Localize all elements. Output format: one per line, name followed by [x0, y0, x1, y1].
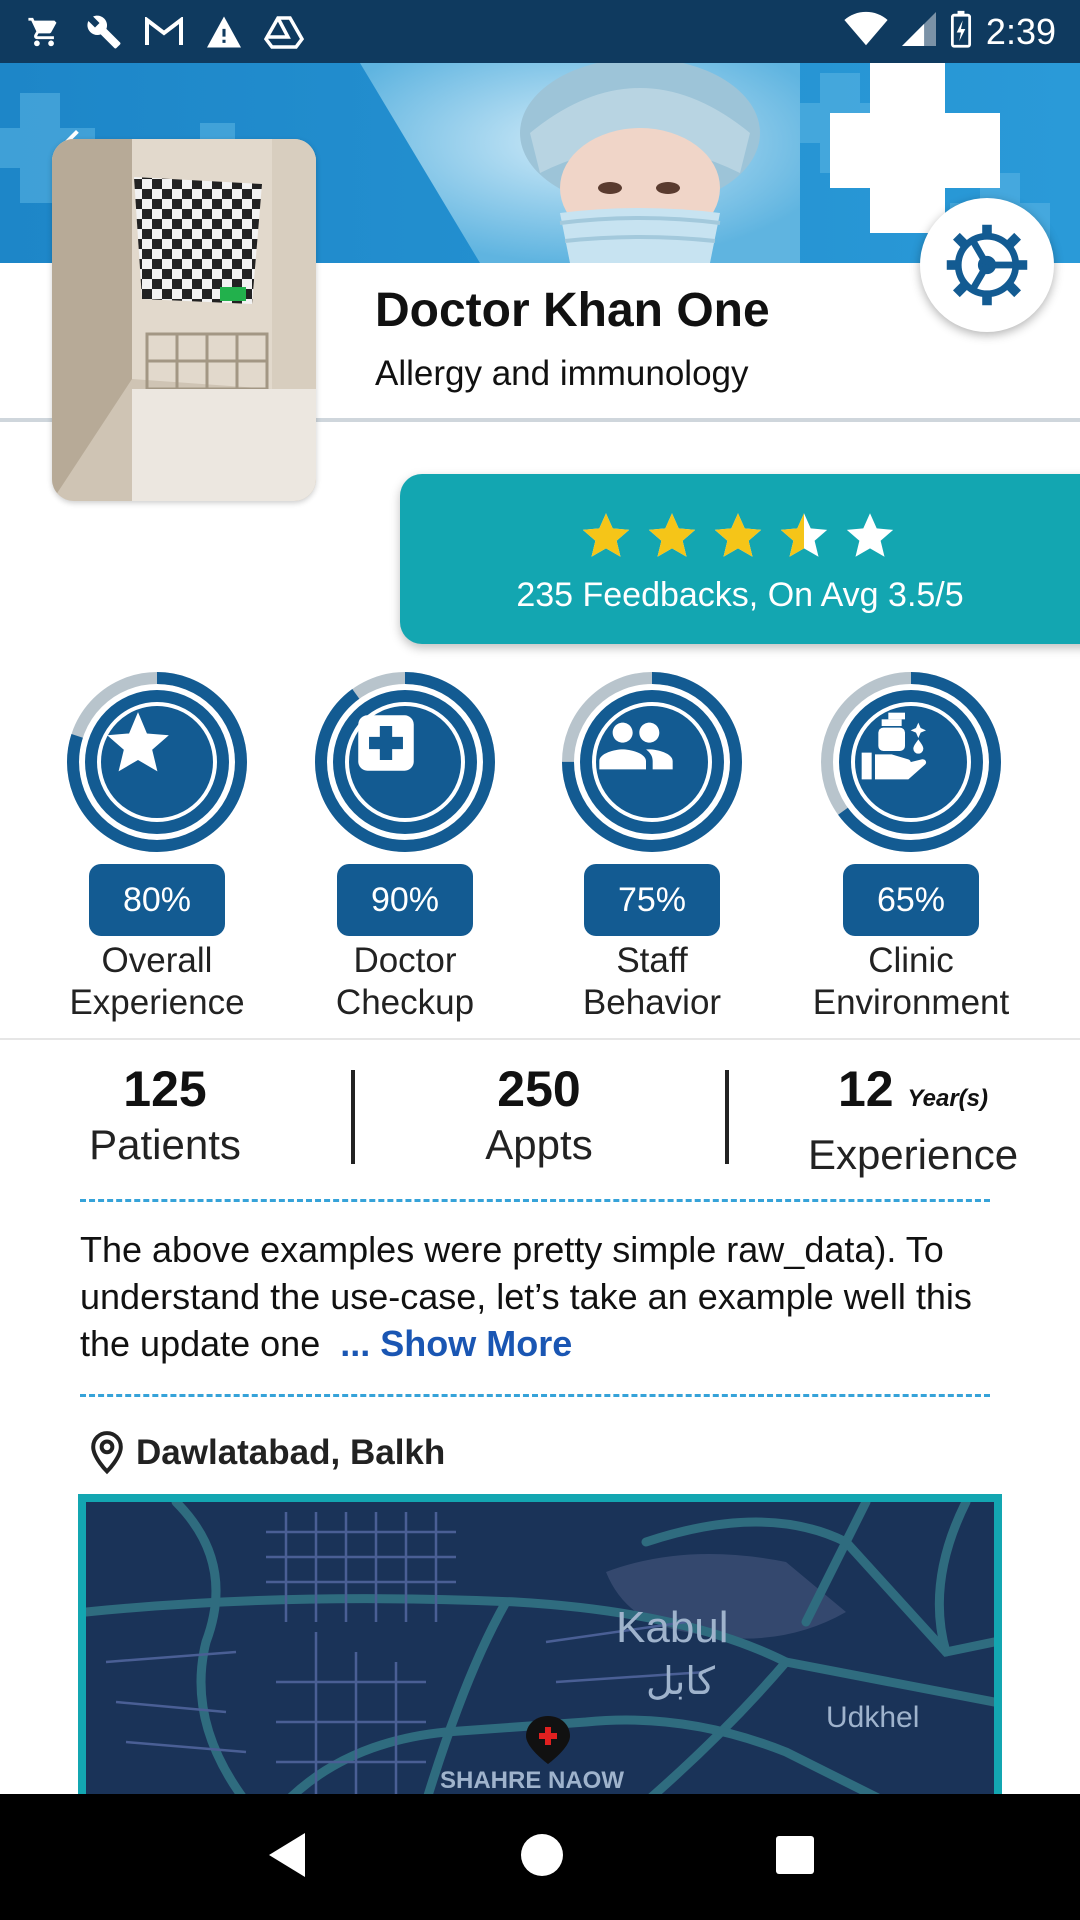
location-text: Dawlatabad, Balkh: [136, 1433, 446, 1472]
star-icon: [97, 702, 217, 822]
cart-icon: [24, 12, 64, 52]
signal-icon: [901, 11, 936, 52]
metric-percent: 75%: [584, 864, 720, 936]
stat-separator: [725, 1070, 729, 1164]
star-icon: [714, 513, 762, 557]
dashed-divider: [80, 1199, 990, 1202]
map-label-udkhel: Udkhel: [826, 1701, 919, 1734]
map-label-kabul-persian: کابل: [646, 1659, 716, 1703]
battery-icon: [950, 10, 972, 53]
metric-label: Overall Experience: [69, 941, 245, 1022]
sanitizer-icon: [851, 702, 971, 822]
map-view[interactable]: Kabul کابل Udkhel SHAHRE NAOW: [78, 1494, 1002, 1794]
warning-icon: [204, 12, 244, 52]
wrench-icon: [84, 12, 124, 52]
doctor-description: The above examples were pretty simple ra…: [80, 1226, 1010, 1367]
stat-experience: 12 Year(s) Experience: [748, 1058, 1078, 1180]
metric-percent: 90%: [337, 864, 473, 936]
map-label-shahre-naow: SHAHRE NAOW: [440, 1767, 624, 1794]
metric-percent: 65%: [843, 864, 979, 936]
system-nav-bar: [0, 1794, 1080, 1920]
stat-label: Patients: [89, 1121, 241, 1168]
metric-label: Staff Behavior: [582, 941, 722, 1022]
map-label-kabul: Kabul: [616, 1603, 729, 1652]
metric-ring: [313, 670, 497, 854]
drive-icon: [264, 12, 304, 52]
metric-percent: 80%: [89, 864, 225, 936]
doctor-name: Doctor Khan One: [375, 284, 770, 337]
stat-patients: 125 Patients: [0, 1058, 330, 1170]
metric-ring: [819, 670, 1003, 854]
metric-label: Clinic Environment: [812, 941, 1010, 1022]
rating-card[interactable]: 235 Feedbacks, On Avg 3.5/5: [400, 474, 1080, 644]
star-icon: [582, 513, 630, 557]
doctor-specialty: Allergy and immunology: [375, 354, 749, 393]
stat-value: 12 Year(s): [837, 1061, 988, 1117]
location-pin-icon: [91, 1431, 123, 1475]
metric-overall-experience[interactable]: 80% Overall Experience: [32, 670, 282, 1024]
section-divider: [0, 1038, 1080, 1040]
metric-label: Doctor Checkup: [335, 941, 475, 1022]
settings-button[interactable]: [920, 198, 1054, 332]
feedback-metrics: 80% Overall Experience 90% Doctor Checkup …: [0, 670, 1080, 1035]
people-icon: [592, 702, 712, 822]
show-more-link[interactable]: ... Show More: [340, 1323, 572, 1364]
doctor-photo: [52, 139, 316, 501]
location-row: Dawlatabad, Balkh: [88, 1430, 445, 1476]
stat-separator: [351, 1070, 355, 1164]
stat-appointments: 250 Appts: [374, 1058, 704, 1170]
status-time: 2:39: [985, 10, 1056, 52]
map-canvas: Kabul کابل Udkhel SHAHRE NAOW: [86, 1502, 994, 1794]
status-bar: 2:39: [0, 0, 1080, 63]
metric-staff-behavior[interactable]: 75% Staff Behavior: [527, 670, 777, 1024]
metric-ring: [65, 670, 249, 854]
star-rating: [580, 510, 896, 562]
gear-icon: [946, 224, 1028, 306]
star-icon: [780, 513, 828, 557]
nav-back-icon[interactable]: [265, 1831, 309, 1884]
gmail-icon: [144, 12, 184, 52]
star-icon: [846, 513, 894, 557]
nav-home-icon[interactable]: [519, 1832, 565, 1883]
nav-recents-icon[interactable]: [775, 1835, 815, 1880]
wifi-icon: [844, 11, 888, 52]
metric-clinic-environment[interactable]: 65% Clinic Environment: [786, 670, 1036, 1024]
dashed-divider: [80, 1394, 990, 1397]
stat-unit: Year(s): [907, 1085, 988, 1112]
stat-label: Experience: [807, 1131, 1019, 1178]
medical-cross-icon: [345, 702, 465, 822]
doctor-stats: 125 Patients 250 Appts 12 Year(s) Experi…: [0, 1058, 1080, 1178]
rating-summary: 235 Feedbacks, On Avg 3.5/5: [516, 576, 964, 614]
stat-value: 125: [123, 1061, 207, 1117]
stat-label: Appts: [485, 1121, 593, 1168]
metric-ring: [560, 670, 744, 854]
stat-value: 250: [497, 1061, 581, 1117]
metric-doctor-checkup[interactable]: 90% Doctor Checkup: [280, 670, 530, 1024]
star-icon: [648, 513, 696, 557]
